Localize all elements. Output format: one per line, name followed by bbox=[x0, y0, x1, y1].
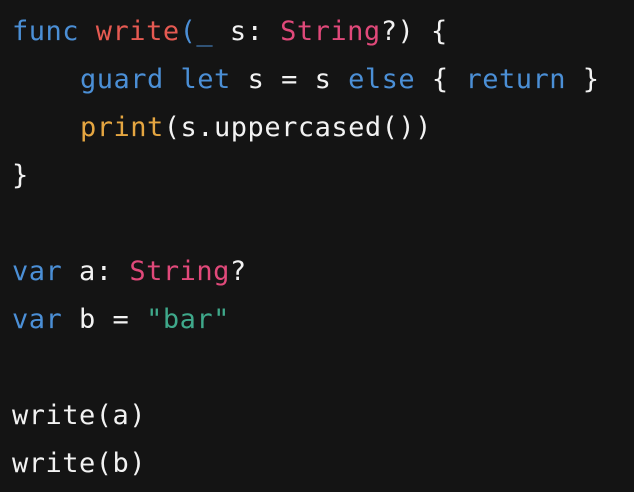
code-line: var a: String? bbox=[12, 252, 634, 300]
code-token-keyword: ( bbox=[179, 16, 197, 47]
code-token-plain: } bbox=[12, 160, 29, 191]
code-token-keyword: guard bbox=[80, 64, 164, 95]
code-token-plain: s: bbox=[213, 16, 281, 47]
code-editor[interactable]: func write(_ s: String?) {guard let s = … bbox=[0, 0, 634, 492]
code-token-plain: write(b) bbox=[12, 448, 147, 479]
code-line: print(s.uppercased()) bbox=[12, 108, 634, 156]
code-token-keyword: let bbox=[180, 64, 231, 95]
code-token-plain: s = s bbox=[230, 64, 349, 95]
code-token-type: String bbox=[280, 16, 381, 47]
code-line: write(b) bbox=[12, 444, 634, 492]
code-token-keyword: var bbox=[12, 304, 63, 335]
code-line: var b = "bar" bbox=[12, 300, 634, 348]
code-token-builtin-function: print bbox=[80, 112, 164, 143]
code-token-type: String bbox=[129, 256, 230, 287]
code-token-keyword: _ bbox=[196, 16, 214, 47]
code-token-plain: b = bbox=[62, 304, 147, 335]
code-line: guard let s = s else { return } bbox=[12, 60, 634, 108]
code-token-plain: ?) { bbox=[380, 16, 448, 47]
code-line: } bbox=[12, 156, 634, 204]
code-token-plain: { bbox=[415, 64, 466, 95]
code-token-keyword: var bbox=[12, 256, 63, 287]
code-token-plain: ? bbox=[229, 256, 247, 287]
code-line: write(a) bbox=[12, 396, 634, 444]
code-token-keyword: return bbox=[465, 64, 566, 95]
code-token-keyword: func bbox=[12, 16, 80, 47]
code-token-string: "bar" bbox=[146, 304, 230, 335]
code-token-plain: (s.uppercased()) bbox=[163, 112, 432, 143]
code-token-plain: } bbox=[565, 64, 600, 95]
code-token-plain: write(a) bbox=[12, 400, 147, 431]
code-token-plain: a: bbox=[62, 256, 130, 287]
code-line: func write(_ s: String?) { bbox=[12, 12, 634, 60]
code-token-function-name: write bbox=[95, 16, 180, 47]
code-token-keyword: else bbox=[348, 64, 416, 95]
